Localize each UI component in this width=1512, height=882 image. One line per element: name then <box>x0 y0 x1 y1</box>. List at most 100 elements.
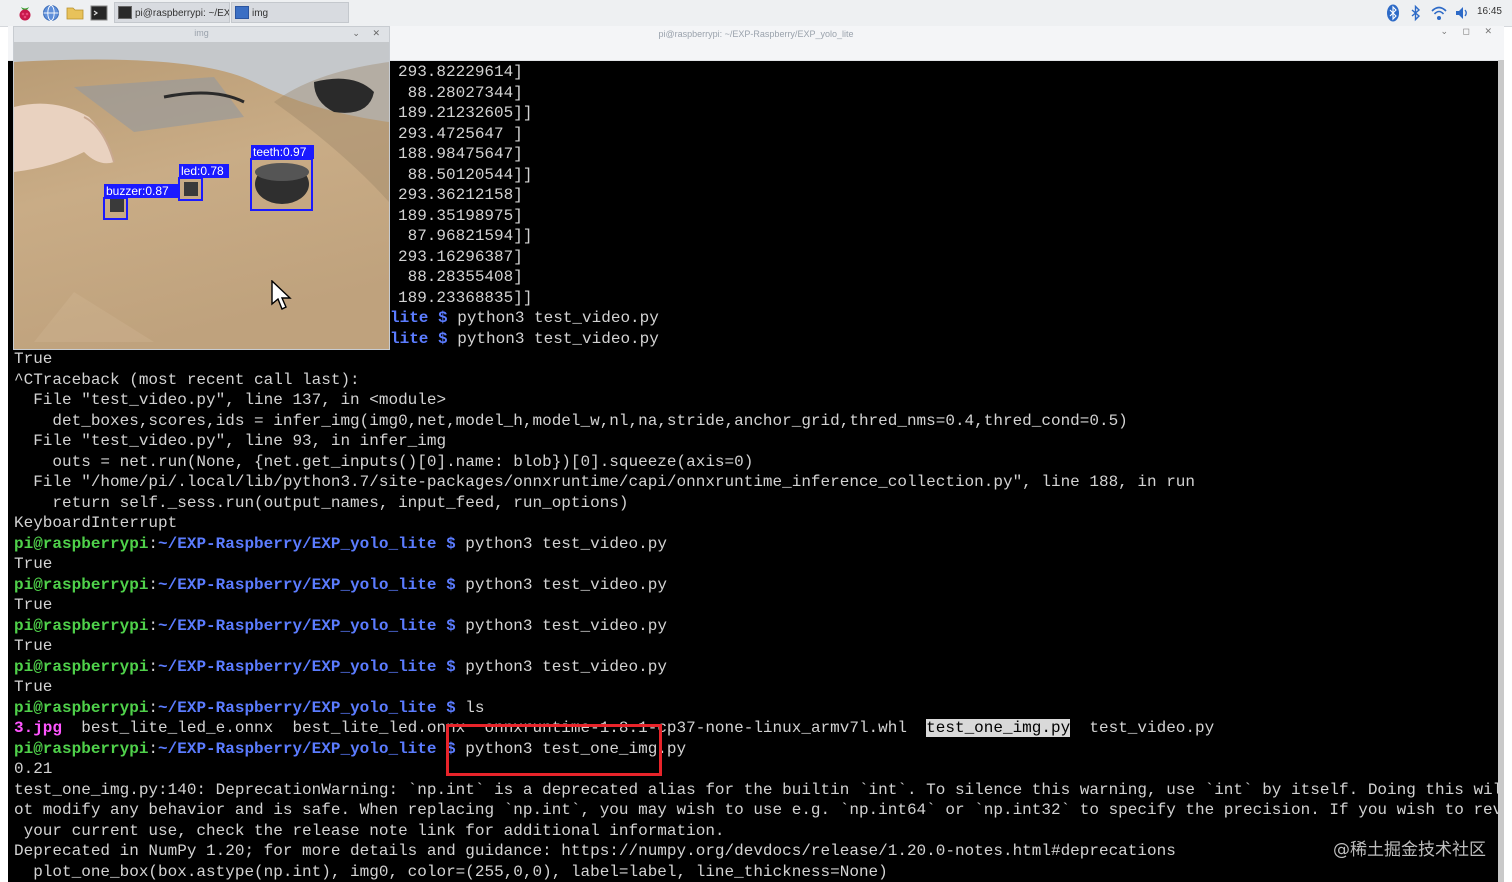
prompt-user: pi@raspberrypi <box>14 616 149 635</box>
taskbar-img-button[interactable]: img <box>231 2 349 23</box>
terminal-line: Deprecated in NumPy 1.20; for more detai… <box>14 842 1176 860</box>
terminal-icon <box>118 6 132 19</box>
img-window: img ⌄ ✕ teeth:0.97 led:0.78 buzzer:0.87 <box>13 26 390 350</box>
terminal-line: ^CTraceback (most recent call last): <box>14 370 360 389</box>
taskbar: pi@raspberrypi: ~/EX... img 16:45 <box>0 0 1512 27</box>
terminal-line: KeyboardInterrupt <box>14 514 178 532</box>
terminal-line: True <box>14 637 53 655</box>
terminal-line: 87.96821594]] <box>398 227 533 245</box>
mouse-cursor-icon <box>271 280 292 310</box>
prompt-colon: : <box>148 739 159 758</box>
terminal-prompt-line: pi@raspberrypi:~/EXP-Raspberry/EXP_yolo_… <box>14 657 667 678</box>
prompt-user: pi@raspberrypi <box>14 575 149 594</box>
terminal-line: File "test_video.py", line 93, in infer_… <box>14 432 447 450</box>
camera-frame: teeth:0.97 led:0.78 buzzer:0.87 <box>14 42 389 349</box>
command: python3 test_video.py <box>455 575 667 594</box>
command: python3 test_video.py <box>447 309 659 327</box>
prompt-path: ~/EXP-Raspberry/EXP_yolo_lite $ <box>158 616 456 635</box>
prompt-user: pi@raspberrypi <box>14 739 149 758</box>
camera-image: teeth:0.97 led:0.78 buzzer:0.87 <box>14 42 389 349</box>
terminal-line: 0.21 <box>14 760 53 778</box>
terminal-line: File "/home/pi/.local/lib/python3.7/site… <box>14 473 1195 491</box>
detection-label-teeth: teeth:0.97 <box>253 145 307 159</box>
prompt-user: pi@raspberrypi <box>14 698 149 717</box>
prompt-user: pi@raspberrypi <box>14 534 149 553</box>
terminal-scrollbar[interactable] <box>1498 60 1504 882</box>
command: python3 test_video.py <box>455 534 667 553</box>
wifi-icon[interactable] <box>1430 4 1448 22</box>
terminal-line: your current use, check the release note… <box>14 821 725 840</box>
detection-label-buzzer: buzzer:0.87 <box>106 184 169 198</box>
prompt-path: ~/EXP-Raspberry/EXP_yolo_lite $ <box>158 575 456 594</box>
selected-file[interactable]: test_one_img.py <box>926 719 1071 737</box>
terminal-prompt-line: lite $ python3 test_video.py <box>390 329 659 350</box>
terminal-line: True <box>14 555 53 573</box>
taskbar-terminal-button[interactable]: pi@raspberrypi: ~/EX... <box>114 2 230 23</box>
command: ls <box>455 698 485 717</box>
terminal-line: 189.35198975] <box>398 206 523 225</box>
terminal-line: ot modify any behavior and is safe. When… <box>14 801 1498 819</box>
file-manager-icon[interactable] <box>66 4 84 22</box>
prompt-colon: : <box>148 616 159 635</box>
terminal-line: 293.16296387] <box>398 247 523 266</box>
img-title: img <box>194 28 209 38</box>
ls-files: test_video.py <box>1070 719 1215 737</box>
terminal-line: True <box>14 596 53 614</box>
terminal-prompt-line: pi@raspberrypi:~/EXP-Raspberry/EXP_yolo_… <box>14 698 485 719</box>
terminal-prompt-line: pi@raspberrypi:~/EXP-Raspberry/EXP_yolo_… <box>14 575 667 596</box>
terminal-line: det_boxes,scores,ids = infer_img(img0,ne… <box>14 411 1128 430</box>
prompt-colon: : <box>148 657 159 676</box>
terminal-line: 88.28355408] <box>398 268 523 286</box>
teeth-object-top <box>255 163 309 181</box>
terminal-line: 88.28027344] <box>398 83 523 102</box>
raspberry-menu-icon[interactable] <box>16 4 34 22</box>
terminal-line: 293.4725647 ] <box>398 124 523 143</box>
prompt-path: lite $ <box>390 329 448 348</box>
file-3-jpg: 3.jpg <box>14 719 63 737</box>
terminal-line: 188.98475647] <box>398 145 523 163</box>
prompt-path: ~/EXP-Raspberry/EXP_yolo_lite $ <box>158 657 456 676</box>
window-controls[interactable]: ⌄ ◻ ✕ <box>1440 26 1498 37</box>
volume-icon[interactable] <box>1454 4 1470 22</box>
image-window-icon <box>235 6 249 19</box>
prompt-path: ~/EXP-Raspberry/EXP_yolo_lite $ <box>158 534 456 553</box>
watermark: @稀土掘金技术社区 <box>1333 840 1486 860</box>
terminal-line: 293.82229614] <box>398 63 523 81</box>
terminal-icon[interactable] <box>90 4 108 22</box>
terminal-prompt-line: pi@raspberrypi:~/EXP-Raspberry/EXP_yolo_… <box>14 616 667 637</box>
bluetooth-icon[interactable] <box>1386 4 1400 22</box>
img-titlebar[interactable]: img ⌄ ✕ <box>14 27 389 42</box>
prompt-path: ~/EXP-Raspberry/EXP_yolo_lite $ <box>158 698 456 717</box>
command: python3 test_video.py <box>455 616 667 635</box>
terminal-line: return self._sess.run(output_names, inpu… <box>14 493 629 512</box>
prompt-colon: : <box>148 698 159 717</box>
clock[interactable]: 16:45 <box>1477 6 1502 24</box>
taskbar-img-label: img <box>252 8 269 19</box>
led-object <box>184 182 198 196</box>
browser-globe-icon[interactable] <box>42 4 60 22</box>
img-window-controls[interactable]: ⌄ ✕ <box>352 28 385 39</box>
terminal-line: File "test_video.py", line 137, in <modu… <box>14 391 447 409</box>
terminal-line: True <box>14 678 53 696</box>
prompt-path: ~/EXP-Raspberry/EXP_yolo_lite $ <box>158 739 456 758</box>
highlight-annotation-box <box>446 724 662 776</box>
terminal-line: 88.50120544]] <box>398 165 533 184</box>
prompt-user: pi@raspberrypi <box>14 657 149 676</box>
terminal-line: 293.36212158] <box>398 186 523 204</box>
detection-label-led: led:0.78 <box>181 164 224 178</box>
terminal-line: 189.23368835]] <box>398 288 533 307</box>
terminal-prompt-line: pi@raspberrypi:~/EXP-Raspberry/EXP_yolo_… <box>14 534 667 555</box>
terminal-line: 189.21232605]] <box>398 104 533 122</box>
prompt-path: lite $ <box>390 309 448 327</box>
terminal-line: outs = net.run(None, {net.get_inputs()[0… <box>14 452 754 471</box>
command: python3 test_video.py <box>447 329 659 348</box>
terminal-line: True <box>14 350 53 368</box>
prompt-colon: : <box>148 575 159 594</box>
prompt-colon: : <box>148 534 159 553</box>
bluetooth-icon[interactable] <box>1410 4 1422 22</box>
terminal-line: plot_one_box(box.astype(np.int), img0, c… <box>14 862 888 881</box>
terminal-prompt-line: lite $ python3 test_video.py <box>390 308 659 329</box>
taskbar-terminal-label: pi@raspberrypi: ~/EX... <box>135 8 230 19</box>
command: python3 test_video.py <box>455 657 667 676</box>
terminal-line: test_one_img.py:140: DeprecationWarning:… <box>14 780 1498 799</box>
